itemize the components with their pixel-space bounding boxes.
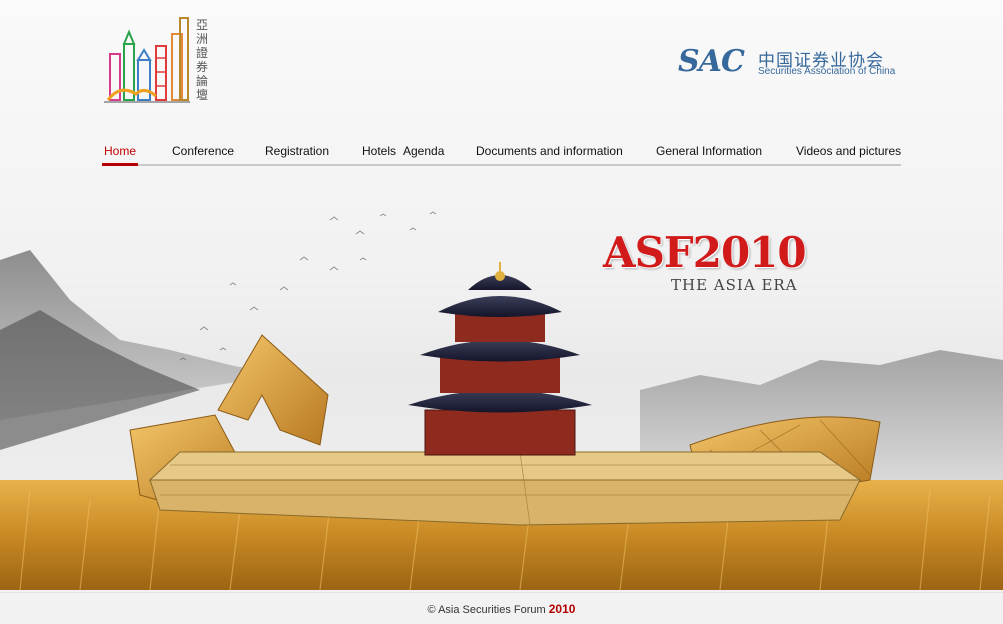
copyright-year: 2010	[548, 602, 576, 616]
nav-item-general-information[interactable]: General Information	[656, 144, 762, 158]
sac-mark: SAC	[678, 44, 745, 79]
main-nav: Home Conference Registration Hotels Agen…	[102, 140, 901, 167]
hero-illustration	[0, 211, 1003, 590]
hero-subtitle: THE ASIA ERA	[671, 276, 798, 294]
nav-item-agenda[interactable]: Agenda	[403, 144, 444, 158]
logo-char: 壇	[195, 88, 208, 102]
birds	[179, 211, 437, 361]
nav-divider	[102, 164, 901, 166]
logo-char: 洲	[195, 32, 208, 46]
logo-char: 亞	[195, 18, 208, 32]
nav-item-registration[interactable]: Registration	[265, 144, 329, 158]
nav-item-conference[interactable]: Conference	[172, 144, 234, 158]
nav-item-documents[interactable]: Documents and information	[476, 144, 623, 158]
nav-item-home[interactable]: Home	[104, 144, 136, 158]
logo-char: 論	[195, 74, 208, 88]
footer-copyright: © Asia Securities Forum 2010	[0, 602, 1003, 616]
sac-name-english: Securities Association of China	[758, 66, 896, 77]
nav-item-videos-pictures[interactable]: Videos and pictures	[796, 144, 901, 158]
nav-item-hotels[interactable]: Hotels	[362, 144, 396, 158]
copyright-text: © Asia Securities Forum	[427, 604, 546, 616]
hero-title: ASF2010	[603, 228, 807, 277]
nav-active-indicator	[102, 163, 138, 166]
logo-text: 亞 洲 證 券 論 壇	[193, 18, 211, 102]
logo-char: 券	[195, 60, 208, 74]
page: 亞 洲 證 券 論 壇 SAC 中国证券业协会 Securities Assoc…	[0, 0, 1003, 624]
logo-char: 證	[195, 46, 208, 60]
footer: © Asia Securities Forum 2010	[0, 592, 1003, 624]
